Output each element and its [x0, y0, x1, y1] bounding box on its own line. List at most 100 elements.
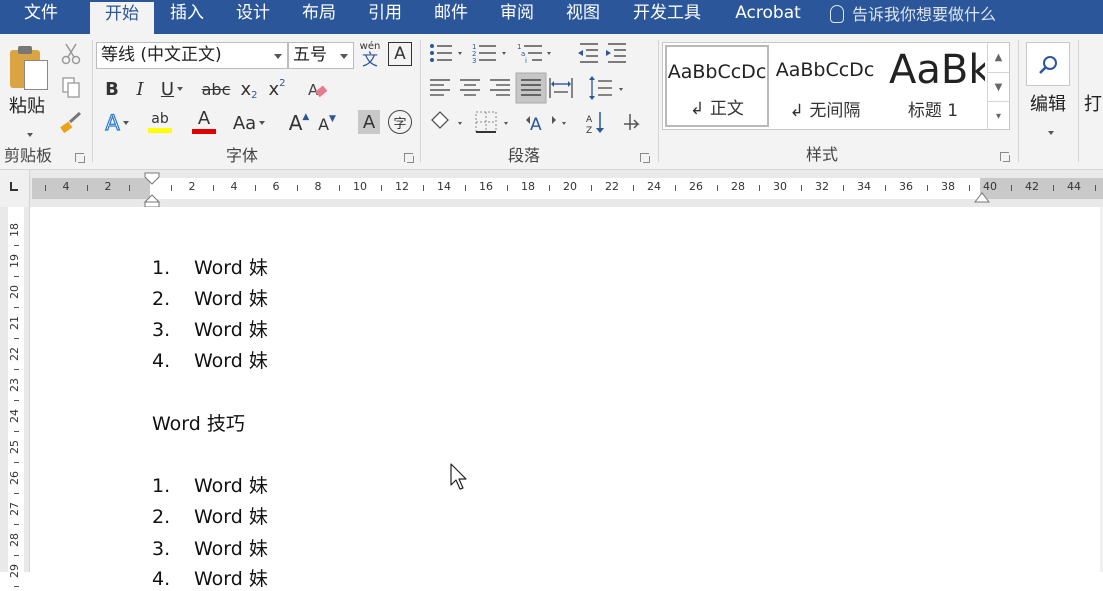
- bold-button[interactable]: B: [100, 76, 124, 102]
- styles-scroll-up-icon[interactable]: ▲: [987, 43, 1009, 72]
- tab-review[interactable]: 审阅: [490, 0, 544, 34]
- underline-button[interactable]: U: [154, 76, 190, 102]
- numbering-icon[interactable]: 123: [472, 43, 506, 65]
- multilevel-list-icon[interactable]: 1ai: [517, 43, 551, 65]
- styles-launcher-icon[interactable]: [1000, 152, 1010, 162]
- list-item[interactable]: 4. Word 妹: [152, 346, 268, 373]
- char-border-button[interactable]: A: [388, 42, 412, 66]
- tab-mailings[interactable]: 邮件: [424, 0, 478, 34]
- grow-font-button[interactable]: A ▲: [286, 110, 312, 136]
- vertical-ruler[interactable]: 18 19 20 21 22 23 24 25 26 27 28 29: [0, 207, 30, 587]
- styles-scroll-down-icon[interactable]: ▼: [987, 72, 1009, 101]
- style-normal[interactable]: AaBbCcDc ↲ 正文: [665, 45, 769, 127]
- tell-me-box[interactable]: 告诉我你想要做什么: [830, 0, 996, 32]
- paste-dropdown-icon[interactable]: [24, 122, 33, 141]
- align-right-icon[interactable]: [490, 79, 510, 96]
- text-effects-button[interactable]: A: [98, 110, 136, 136]
- style-no-spacing[interactable]: AaBbCcDc ↲ 无间隔: [773, 45, 877, 127]
- tab-layout[interactable]: 布局: [292, 0, 346, 34]
- list-item[interactable]: 4. Word 妹: [152, 564, 268, 591]
- list-text: Word 妹: [194, 319, 268, 341]
- sort-icon[interactable]: AZ: [586, 112, 604, 136]
- list-item[interactable]: 3. Word 妹: [152, 534, 268, 561]
- copy-icon[interactable]: [60, 76, 82, 100]
- line-spacing-icon[interactable]: [589, 76, 623, 100]
- tab-design[interactable]: 设计: [226, 0, 280, 34]
- show-marks-icon[interactable]: [624, 114, 640, 130]
- bullets-icon[interactable]: [430, 44, 462, 62]
- vertical-ruler-tick: [14, 338, 19, 339]
- asian-layout-icon[interactable]: A: [526, 115, 566, 135]
- underline-icon: U: [160, 78, 175, 100]
- paragraph-text[interactable]: Word 技巧: [152, 409, 245, 436]
- ruler-tick: [465, 185, 466, 191]
- increase-indent-icon[interactable]: [606, 43, 626, 63]
- font-launcher-icon[interactable]: [404, 153, 414, 163]
- paste-label: 粘贴: [9, 96, 45, 117]
- shading-icon[interactable]: [429, 111, 462, 135]
- change-case-button[interactable]: Aa: [228, 110, 270, 136]
- ruler-tick: [423, 185, 424, 191]
- tab-developer[interactable]: 开发工具: [624, 0, 710, 34]
- styles-more-icon[interactable]: ▾: [987, 101, 1009, 130]
- font-color-button[interactable]: A: [184, 108, 224, 136]
- align-left-icon[interactable]: [430, 79, 450, 96]
- style-heading-1[interactable]: AaBk 标题 1: [881, 45, 985, 127]
- borders-icon[interactable]: [475, 111, 508, 133]
- ruler-number: 22: [605, 180, 619, 193]
- editing-dropdown-icon[interactable]: [1045, 120, 1054, 139]
- ruler-tick: [1011, 185, 1012, 191]
- tab-selector[interactable]: [0, 170, 30, 207]
- list-item[interactable]: 3. Word 妹: [152, 315, 268, 342]
- enclose-char-button[interactable]: 字: [388, 110, 412, 134]
- font-color-bar: [192, 129, 216, 134]
- ruler-number: 10: [353, 180, 367, 193]
- left-tab-icon: [10, 182, 18, 191]
- text-effects-icon: A: [105, 110, 121, 135]
- vertical-ruler-number: 26: [8, 471, 21, 485]
- tab-file[interactable]: 文件: [6, 0, 76, 34]
- clipboard-launcher-icon[interactable]: [75, 153, 85, 163]
- ruler-number: 2: [188, 180, 196, 193]
- justify-icon[interactable]: [515, 72, 547, 104]
- paragraph-launcher-icon[interactable]: [640, 153, 650, 163]
- tab-insert[interactable]: 插入: [160, 0, 214, 34]
- font-name-select[interactable]: 等线 (中文正文): [96, 42, 288, 69]
- list-item[interactable]: 2. Word 妹: [152, 284, 268, 311]
- right-indent-marker[interactable]: [974, 190, 990, 204]
- ruler-tick: [255, 185, 256, 191]
- cut-icon[interactable]: [60, 42, 82, 66]
- find-button[interactable]: [1026, 42, 1070, 86]
- tab-acrobat[interactable]: Acrobat: [726, 0, 810, 34]
- tab-home[interactable]: 开始: [90, 2, 154, 34]
- shrink-font-button[interactable]: A ▼: [314, 112, 340, 136]
- superscript-button[interactable]: x2: [264, 76, 290, 102]
- clear-formatting-icon[interactable]: A: [306, 78, 330, 102]
- list-item[interactable]: 1. Word 妹: [152, 471, 268, 498]
- indent-markers[interactable]: [142, 172, 162, 208]
- italic-button[interactable]: I: [128, 76, 152, 102]
- phonetic-guide-button[interactable]: wén 文: [358, 40, 382, 70]
- distributed-icon[interactable]: [549, 78, 573, 98]
- char-shading-button[interactable]: A: [358, 110, 380, 134]
- font-size-select[interactable]: 五号: [288, 42, 354, 69]
- subscript-button[interactable]: x2: [236, 76, 262, 102]
- highlight-button[interactable]: ab: [140, 108, 180, 136]
- paragraph-group-label: 段落: [508, 146, 541, 165]
- list-number: 2.: [152, 506, 171, 528]
- format-painter-icon[interactable]: [58, 110, 84, 134]
- tab-references[interactable]: 引用: [358, 0, 412, 34]
- horizontal-ruler[interactable]: 4 2 2 4 6 8 10 12 14 16 18 20 22 24 26 28 30 32 34 36 38 40 42…: [0, 170, 1103, 208]
- align-center-icon[interactable]: [460, 79, 480, 96]
- styles-gallery: AaBbCcDc ↲ 正文 AaBbCcDc ↲ 无间隔 AaBk 标题 1 ▲…: [662, 42, 1010, 130]
- list-item[interactable]: 1. Word 妹: [152, 253, 268, 280]
- strikethrough-button[interactable]: abc: [198, 76, 234, 102]
- decrease-indent-icon[interactable]: [578, 43, 598, 63]
- vertical-ruler-number: 19: [8, 254, 21, 268]
- ruler-right-margin: [980, 178, 1103, 199]
- tab-view[interactable]: 视图: [556, 0, 610, 34]
- ruler-tick: [213, 185, 214, 191]
- list-item[interactable]: 2. Word 妹: [152, 502, 268, 529]
- list-number: 4.: [152, 568, 171, 590]
- ruler-tick: [297, 185, 298, 191]
